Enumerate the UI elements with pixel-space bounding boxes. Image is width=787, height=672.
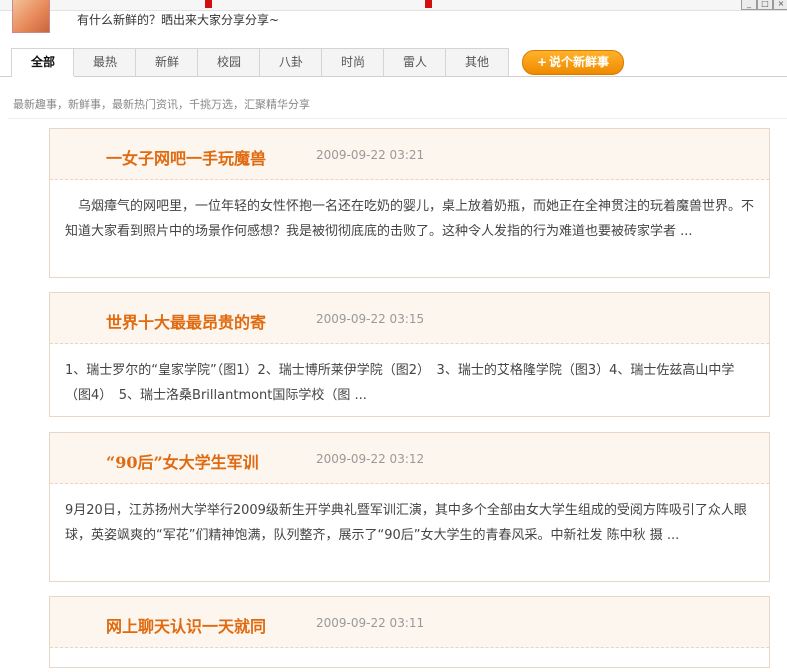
tab-gossip[interactable]: 八卦 bbox=[259, 48, 323, 76]
tab-all[interactable]: 全部 bbox=[11, 48, 75, 77]
tab-hot[interactable]: 最热 bbox=[73, 48, 137, 76]
page-icon bbox=[425, 0, 432, 8]
post-header: 一女子网吧一手玩魔兽 2009-09-22 03:21 bbox=[50, 129, 769, 180]
post-excerpt bbox=[50, 648, 769, 672]
post-excerpt: 1、瑞士罗尔的“皇家学院”（图1）2、瑞士博所莱伊学院（图2） 3、瑞士的艾格隆… bbox=[65, 363, 735, 403]
divider bbox=[8, 118, 787, 119]
tab-fashion[interactable]: 时尚 bbox=[321, 48, 385, 76]
post-date: 2009-09-22 03:12 bbox=[316, 452, 425, 466]
post-card: 网上聊天认识一天就同 2009-09-22 03:11 bbox=[49, 596, 770, 668]
plus-icon: + bbox=[536, 55, 548, 69]
post-title-link[interactable]: 世界十大最最昂贵的寄 bbox=[106, 309, 266, 333]
page-icon bbox=[205, 0, 212, 8]
browser-tab-strip: _ □ × bbox=[0, 0, 787, 11]
post-date: 2009-09-22 03:21 bbox=[316, 148, 425, 162]
post-date: 2009-09-22 03:11 bbox=[316, 616, 425, 630]
post-header: 网上聊天认识一天就同 2009-09-22 03:11 bbox=[50, 597, 769, 648]
post-news-button[interactable]: + 说个新鲜事 bbox=[522, 50, 624, 75]
post-title-link[interactable]: “90后”女大学生军训 bbox=[106, 449, 259, 473]
post-card: 一女子网吧一手玩魔兽 2009-09-22 03:21 乌烟瘴气的网吧里，一位年… bbox=[49, 128, 770, 278]
post-excerpt: 9月20日，江苏扬州大学举行2009级新生开学典礼暨军训汇演，其中多个全部由女大… bbox=[65, 503, 747, 543]
category-tabs: 全部 最热 新鲜 校园 八卦 时尚 雷人 其他 bbox=[0, 48, 787, 77]
post-title-link[interactable]: 一女子网吧一手玩魔兽 bbox=[106, 145, 266, 169]
post-header: 世界十大最最昂贵的寄 2009-09-22 03:15 bbox=[50, 293, 769, 344]
minimize-icon[interactable]: _ bbox=[741, 0, 757, 10]
tab-other[interactable]: 其他 bbox=[445, 48, 509, 76]
post-card: “90后”女大学生军训 2009-09-22 03:12 9月20日，江苏扬州大… bbox=[49, 432, 770, 582]
post-news-label: 说个新鲜事 bbox=[549, 55, 610, 69]
section-subtitle: 最新趣事，新鲜事，最新热门资讯，千挑万选，汇聚精华分享 bbox=[13, 98, 310, 111]
avatar[interactable] bbox=[12, 0, 50, 33]
page-tagline: 有什么新鲜的？晒出来大家分享分享~ bbox=[77, 13, 280, 27]
post-date: 2009-09-22 03:15 bbox=[316, 312, 425, 326]
post-header: “90后”女大学生军训 2009-09-22 03:12 bbox=[50, 433, 769, 484]
post-card: 世界十大最最昂贵的寄 2009-09-22 03:15 1、瑞士罗尔的“皇家学院… bbox=[49, 292, 770, 417]
post-excerpt: 乌烟瘴气的网吧里，一位年轻的女性怀抱一名还在吃奶的婴儿，桌上放着奶瓶，而她正在全… bbox=[65, 199, 755, 239]
close-icon[interactable]: × bbox=[773, 0, 787, 10]
maximize-icon[interactable]: □ bbox=[757, 0, 773, 10]
tab-campus[interactable]: 校园 bbox=[197, 48, 261, 76]
post-title-link[interactable]: 网上聊天认识一天就同 bbox=[106, 613, 266, 637]
tab-fresh[interactable]: 新鲜 bbox=[135, 48, 199, 76]
tab-weird[interactable]: 雷人 bbox=[383, 48, 447, 76]
